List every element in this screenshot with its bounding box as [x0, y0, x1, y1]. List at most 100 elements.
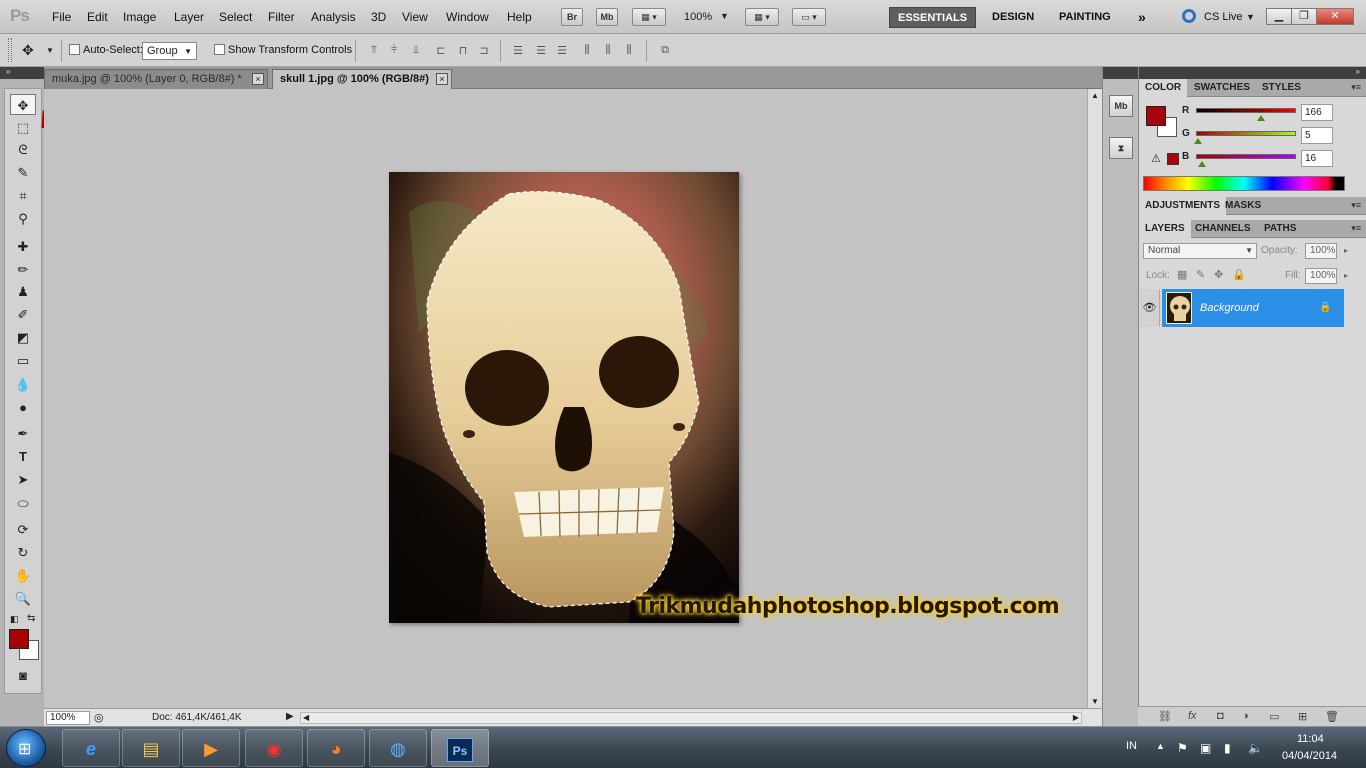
workspace-essentials[interactable]: ESSENTIALS — [889, 7, 977, 28]
blend-mode-select[interactable]: Normal ▼ — [1143, 243, 1257, 259]
align-hcenter-icon[interactable]: ⊓ — [456, 44, 470, 57]
tab-masks[interactable]: MASKS — [1219, 197, 1267, 215]
3d-rotate-tool-icon[interactable]: ⟳ — [10, 519, 36, 540]
lock-pixels-icon[interactable]: ✎ — [1196, 268, 1205, 281]
menu-image[interactable]: Image — [123, 10, 156, 24]
scroll-left-icon[interactable]: ◀ — [303, 713, 309, 722]
new-group-icon[interactable]: ▭ — [1269, 710, 1279, 723]
opacity-arrow-icon[interactable]: ▸ — [1344, 246, 1348, 255]
clock-date[interactable]: 04/04/2014 — [1282, 750, 1337, 762]
zoom-level-display[interactable]: 100% — [684, 11, 712, 23]
menu-window[interactable]: Window — [446, 10, 489, 24]
3d-orbit-tool-icon[interactable]: ↻ — [10, 542, 36, 563]
panel-menu-icon[interactable]: ▾≡ — [1351, 223, 1361, 234]
network-icon[interactable]: ▮ — [1224, 741, 1231, 755]
tab-layers[interactable]: LAYERS — [1139, 220, 1191, 238]
gamut-color-swatch[interactable] — [1167, 153, 1179, 165]
firefox-icon[interactable]: ◕ — [307, 729, 365, 767]
channel-r-thumb[interactable] — [1257, 115, 1266, 121]
distribute-hcenter-icon[interactable]: ⫼ — [601, 44, 615, 57]
layer-row-background[interactable]: Background 🔒 — [1162, 289, 1344, 327]
move-tool-preset-icon[interactable]: ✥ — [22, 42, 34, 59]
layer-visibility-eye-icon[interactable]: 👁 — [1140, 289, 1160, 327]
device-icon[interactable]: ▣ — [1200, 741, 1211, 755]
menu-file[interactable]: File — [52, 10, 71, 24]
channel-r-value[interactable]: 166 — [1301, 104, 1333, 121]
default-colors-icon[interactable]: ◧ — [10, 614, 19, 625]
channel-b-slider[interactable] — [1196, 154, 1296, 159]
menu-filter[interactable]: Filter — [268, 10, 295, 24]
path-selection-tool-icon[interactable]: ➤ — [10, 469, 36, 490]
chrome-icon[interactable]: ◉ — [245, 729, 303, 767]
color-spectrum-bar[interactable] — [1143, 176, 1345, 191]
zoom-tool-icon[interactable]: 🔍 — [10, 588, 36, 609]
tools-panel-header[interactable]: » — [0, 67, 44, 79]
history-brush-tool-icon[interactable]: ✐ — [10, 304, 36, 325]
history-panel-icon[interactable]: ⧗ — [1109, 137, 1133, 159]
collapse-icon[interactable]: » — [6, 67, 10, 76]
color-panel-foreground-swatch[interactable] — [1146, 106, 1166, 126]
foreground-color-swatch[interactable] — [9, 629, 29, 649]
tab-styles[interactable]: STYLES — [1256, 79, 1307, 97]
fill-field[interactable]: 100% — [1305, 268, 1337, 284]
link-layers-icon[interactable]: ⛓ — [1158, 710, 1172, 723]
tab-muka[interactable]: muka.jpg @ 100% (Layer 0, RGB/8#) * × — [44, 69, 268, 89]
align-vcenter-icon[interactable]: ⫩ — [387, 44, 401, 57]
shape-tool-icon[interactable]: ⬭ — [10, 493, 36, 514]
screen-mode-button[interactable]: ▭ ▾ — [792, 8, 826, 26]
brush-tool-icon[interactable]: ✏ — [10, 259, 36, 280]
quick-mask-icon[interactable]: ◙ — [10, 665, 36, 686]
menu-help[interactable]: Help — [507, 10, 532, 24]
menu-select[interactable]: Select — [219, 10, 252, 24]
pen-tool-icon[interactable]: ✒ — [10, 423, 36, 444]
action-center-flag-icon[interactable]: ⚑ — [1177, 741, 1188, 755]
menu-layer[interactable]: Layer — [174, 10, 204, 24]
new-layer-icon[interactable]: ⊞ — [1298, 710, 1307, 723]
close-icon[interactable]: × — [436, 73, 448, 85]
collapse-icon[interactable]: » — [1356, 67, 1360, 76]
maximize-button[interactable]: ❐ — [1291, 8, 1317, 25]
media-player-icon[interactable]: ▶ — [182, 729, 240, 767]
tab-adjustments[interactable]: ADJUSTMENTS — [1139, 197, 1227, 215]
distribute-top-icon[interactable]: ☰ — [511, 44, 525, 57]
adjustment-layer-icon[interactable]: ◑ — [1242, 710, 1249, 722]
workspace-painting[interactable]: PAINTING — [1051, 7, 1119, 28]
auto-select-checkbox[interactable] — [69, 44, 80, 55]
align-top-icon[interactable]: ⫪ — [367, 44, 381, 57]
workspace-more-icon[interactable]: » — [1130, 7, 1154, 28]
layer-style-icon[interactable]: fx — [1188, 710, 1197, 722]
channel-b-thumb[interactable] — [1198, 161, 1207, 167]
panel-menu-icon[interactable]: ▾≡ — [1351, 82, 1361, 93]
scroll-up-icon[interactable]: ▲ — [1091, 91, 1099, 100]
menu-view[interactable]: View — [402, 10, 428, 24]
show-hidden-icons-icon[interactable]: ▲ — [1156, 741, 1165, 751]
status-info-icon[interactable]: ◎ — [94, 711, 104, 724]
channel-r-slider[interactable] — [1196, 108, 1296, 113]
menu-analysis[interactable]: Analysis — [311, 10, 356, 24]
align-right-icon[interactable]: ⊐ — [477, 44, 491, 57]
cs-live-menu[interactable]: CS Live — [1204, 11, 1243, 23]
align-bottom-icon[interactable]: ⫫ — [409, 44, 423, 57]
gamut-warning-icon[interactable]: ⚠ — [1151, 152, 1161, 165]
lasso-tool-icon[interactable]: ᘓ — [10, 139, 36, 160]
status-zoom-field[interactable]: 100% — [46, 711, 90, 725]
fill-arrow-icon[interactable]: ▸ — [1344, 271, 1348, 280]
explorer-icon[interactable]: ▤ — [122, 729, 180, 767]
type-tool-icon[interactable]: T — [10, 446, 36, 467]
eraser-tool-icon[interactable]: ◩ — [10, 327, 36, 348]
distribute-right-icon[interactable]: ⫼ — [622, 44, 636, 57]
tab-skull[interactable]: skull 1.jpg @ 100% (RGB/8#) × — [272, 69, 452, 89]
distribute-left-icon[interactable]: ⫼ — [580, 44, 594, 57]
panel-menu-icon[interactable]: ▾≡ — [1351, 200, 1361, 211]
healing-brush-tool-icon[interactable]: ✚ — [10, 236, 36, 257]
panels-header[interactable]: » — [1139, 67, 1366, 79]
volume-icon[interactable]: 🔈 — [1248, 741, 1263, 755]
status-menu-arrow-icon[interactable]: ▶ — [286, 711, 294, 722]
clone-stamp-tool-icon[interactable]: ♟ — [10, 281, 36, 302]
lock-all-icon[interactable]: 🔒 — [1232, 268, 1246, 281]
clock-time[interactable]: 11:04 — [1297, 733, 1324, 745]
gradient-tool-icon[interactable]: ▭ — [10, 350, 36, 371]
distribute-bottom-icon[interactable]: ☰ — [555, 44, 569, 57]
scroll-right-icon[interactable]: ▶ — [1073, 713, 1079, 722]
quick-selection-tool-icon[interactable]: ✎ — [10, 162, 36, 183]
